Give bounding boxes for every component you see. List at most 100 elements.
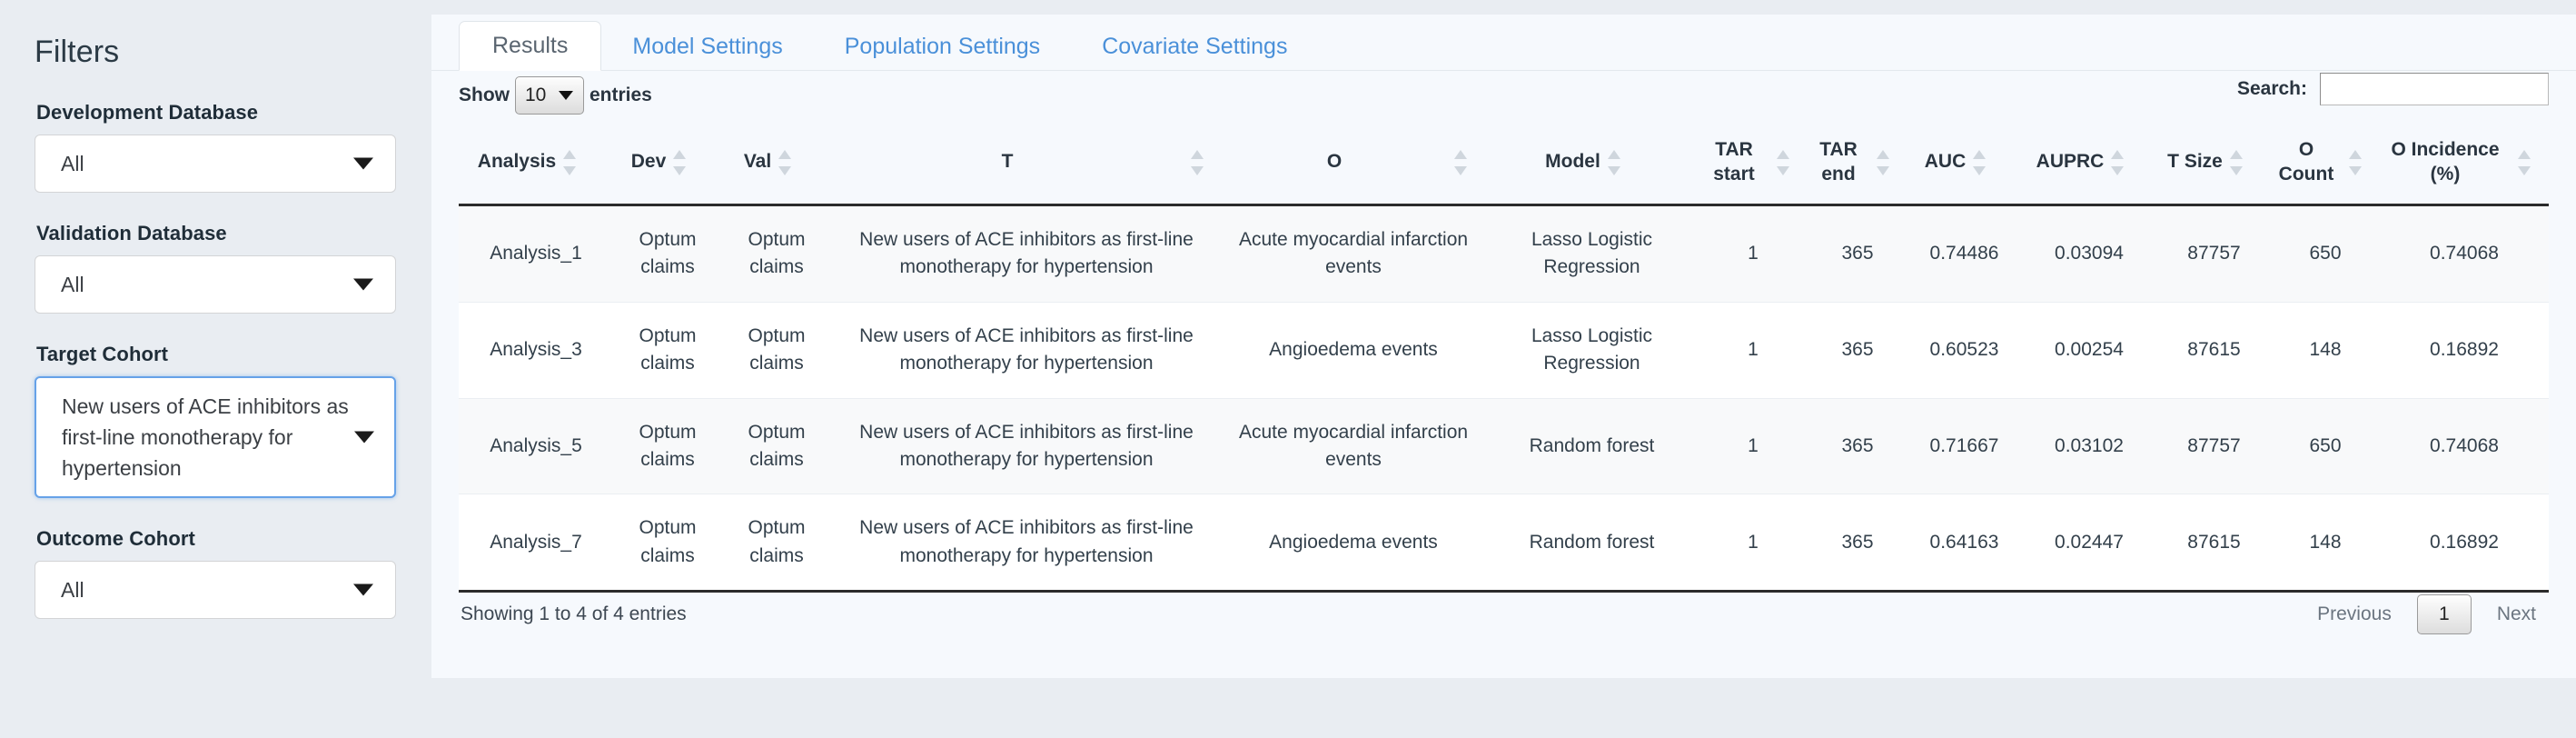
cell-auprc: 0.03094 (2021, 204, 2157, 303)
table-row[interactable]: Analysis_3 Optum claims Optum claims New… (459, 302, 2549, 399)
cell-tar-start: 1 (1699, 302, 1808, 399)
cell-o-incidence: 0.74068 (2380, 204, 2549, 303)
page-length-select[interactable]: 10 (515, 76, 584, 115)
select-value-outcome-cohort: All (61, 578, 84, 603)
col-header-tar-start-label: TAR start (1713, 139, 1755, 184)
cell-model: Random forest (1485, 494, 1699, 593)
col-header-o-incidence-label: O Incidence (%) (2391, 139, 2500, 184)
col-header-o-count[interactable]: O Count (2271, 122, 2380, 206)
col-header-auprc[interactable]: AUPRC (2021, 122, 2157, 206)
cell-o-incidence: 0.74068 (2380, 398, 2549, 495)
cell-o-count: 148 (2271, 302, 2380, 399)
cell-o: Angioedema events (1222, 302, 1485, 399)
tab-results[interactable]: Results (459, 21, 602, 71)
select-validation-database[interactable]: All (35, 255, 396, 314)
cell-t-size: 87757 (2157, 398, 2271, 495)
table-row[interactable]: Analysis_1 Optum claims Optum claims New… (459, 204, 2549, 303)
col-header-val-label: Val (743, 151, 772, 173)
table-row[interactable]: Analysis_5 Optum claims Optum claims New… (459, 398, 2549, 495)
entries-label: entries (590, 85, 652, 105)
col-header-o[interactable]: O (1222, 122, 1485, 206)
col-header-auc-label: AUC (1924, 151, 1967, 173)
filter-label-development-database: Development Database (36, 101, 259, 124)
app-root: Filters Development Database All Validat… (0, 0, 2576, 738)
cell-tar-end: 365 (1808, 398, 1907, 495)
cell-analysis: Analysis_3 (459, 302, 613, 399)
cell-model: Lasso Logistic Regression (1485, 302, 1699, 399)
cell-auc: 0.60523 (1907, 302, 2021, 399)
cell-auprc: 0.00254 (2021, 302, 2157, 399)
col-header-tar-end[interactable]: TAR end (1808, 122, 1907, 206)
cell-o-count: 650 (2271, 398, 2380, 495)
cell-t: New users of ACE inhibitors as first-lin… (831, 494, 1222, 593)
cell-auc: 0.74486 (1907, 204, 2021, 303)
tab-covariate-settings[interactable]: Covariate Settings (1071, 23, 1318, 70)
cell-val: Optum claims (722, 204, 831, 303)
filters-title: Filters (35, 35, 120, 69)
cell-analysis: Analysis_1 (459, 204, 613, 303)
cell-o: Acute myocardial infarction events (1222, 204, 1485, 303)
sort-icon (2518, 149, 2531, 176)
sort-icon (1607, 149, 1620, 176)
sort-icon (673, 149, 687, 176)
cell-t-size: 87615 (2157, 302, 2271, 399)
col-header-analysis[interactable]: Analysis (459, 122, 613, 206)
sort-icon (1777, 149, 1789, 176)
sort-icon (1191, 149, 1204, 176)
cell-dev: Optum claims (613, 302, 722, 399)
sort-icon (2349, 149, 2362, 176)
col-header-o-label: O (1326, 151, 1342, 173)
cell-model: Lasso Logistic Regression (1485, 204, 1699, 303)
results-table-body: Analysis_1 Optum claims Optum claims New… (459, 204, 2549, 593)
sort-icon (2111, 149, 2125, 176)
select-development-database[interactable]: All (35, 135, 396, 193)
cell-auc: 0.64163 (1907, 494, 2021, 593)
cell-o: Angioedema events (1222, 494, 1485, 593)
select-outcome-cohort[interactable]: All (35, 561, 396, 620)
col-header-auc[interactable]: AUC (1907, 122, 2021, 206)
table-row[interactable]: Analysis_7 Optum claims Optum claims New… (459, 494, 2549, 593)
page-length-value: 10 (525, 85, 547, 105)
cell-tar-end: 365 (1808, 302, 1907, 399)
col-header-model-label: Model (1545, 151, 1600, 173)
col-header-val[interactable]: Val (722, 122, 831, 206)
pagination-page-1[interactable]: 1 (2416, 594, 2472, 635)
cell-o-count: 650 (2271, 204, 2380, 303)
chevron-down-icon (559, 91, 573, 100)
col-header-tar-start[interactable]: TAR start (1699, 122, 1808, 206)
col-header-dev[interactable]: Dev (613, 122, 722, 206)
col-header-o-incidence[interactable]: O Incidence (%) (2380, 122, 2549, 206)
chevron-down-icon (353, 157, 373, 170)
chevron-down-icon (353, 278, 373, 291)
table-footer: Showing 1 to 4 of 4 entries Previous 1 N… (431, 593, 2576, 643)
sort-icon (1454, 149, 1467, 176)
cell-analysis: Analysis_5 (459, 398, 613, 495)
col-header-t[interactable]: T (831, 122, 1222, 206)
col-header-t-size[interactable]: T Size (2157, 122, 2271, 206)
cell-val: Optum claims (722, 494, 831, 593)
select-value-target-cohort: New users of ACE inhibitors as first-lin… (62, 394, 349, 481)
results-table: Analysis Dev Val T O Model TAR start TAR… (459, 122, 2549, 593)
table-header-row: Analysis Dev Val T O Model TAR start TAR… (459, 122, 2549, 206)
col-header-tar-end-label: TAR end (1819, 139, 1858, 184)
tab-population-settings[interactable]: Population Settings (814, 23, 1071, 70)
sort-icon (1973, 149, 1986, 176)
cell-t: New users of ACE inhibitors as first-lin… (831, 302, 1222, 399)
pagination-previous[interactable]: Previous (2301, 596, 2408, 633)
cell-tar-end: 365 (1808, 494, 1907, 593)
page-length-control: Show 10 entries (459, 76, 652, 115)
tab-bar: Results Model Settings Population Settin… (431, 15, 2576, 71)
pagination-next[interactable]: Next (2481, 596, 2552, 633)
col-header-o-count-label: O Count (2278, 139, 2334, 184)
cell-val: Optum claims (722, 398, 831, 495)
cell-tar-end: 365 (1808, 204, 1907, 303)
col-header-t-size-label: T Size (2167, 151, 2223, 173)
col-header-t-label: T (1001, 151, 1014, 173)
cell-auc: 0.71667 (1907, 398, 2021, 495)
tab-model-settings[interactable]: Model Settings (601, 23, 813, 70)
col-header-model[interactable]: Model (1485, 122, 1699, 206)
results-table-head: Analysis Dev Val T O Model TAR start TAR… (459, 122, 2549, 206)
select-target-cohort[interactable]: New users of ACE inhibitors as first-lin… (35, 376, 396, 499)
search-input[interactable] (2320, 73, 2549, 105)
filter-development-database: Development Database All (35, 101, 396, 193)
